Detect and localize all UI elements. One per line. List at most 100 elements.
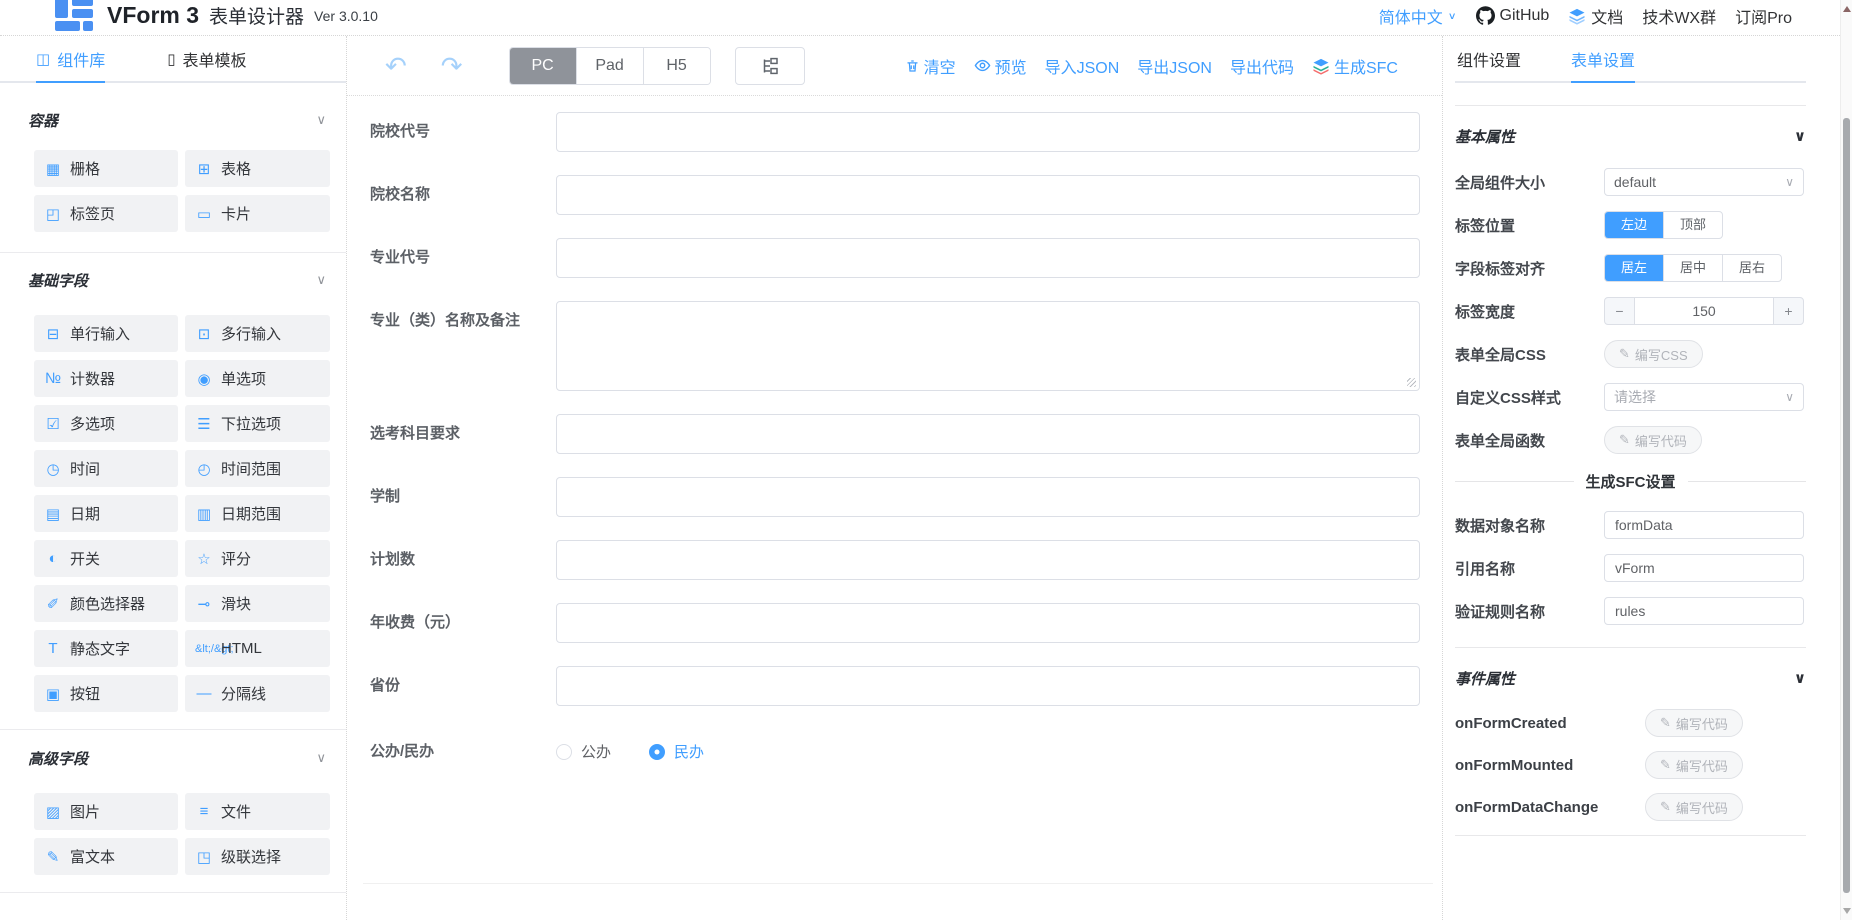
form-canvas[interactable]: 院校代号 院校名称 专业代号 专业（类）名称及备注 选考科目要求 — [347, 96, 1442, 920]
edit-onFormDataChange-button[interactable]: ✎ 编写代码 — [1645, 793, 1743, 821]
export-code-button[interactable]: 导出代码 — [1230, 54, 1294, 78]
single-input-icon: ⊟ — [44, 325, 62, 343]
widget-item-time[interactable]: ◷时间 — [34, 450, 178, 487]
global-size-select[interactable]: default ∨ — [1604, 168, 1804, 196]
device-h5-button[interactable]: H5 — [643, 48, 710, 84]
widget-item-static-text[interactable]: T静态文字 — [34, 630, 178, 667]
wechat-group-link[interactable]: 技术WX群 — [1642, 4, 1716, 28]
subscribe-pro-link[interactable]: 订阅Pro — [1735, 4, 1792, 28]
collapse-chevron-icon[interactable]: ∨ — [316, 272, 326, 288]
collapse-chevron-icon[interactable]: ∨ — [1794, 127, 1806, 145]
data-object-name-input[interactable] — [1604, 511, 1804, 539]
scrollbar-thumb[interactable] — [1843, 118, 1850, 893]
tab-widget-lib[interactable]: ◫ 组件库 — [36, 36, 105, 83]
college-name-input[interactable] — [556, 175, 1420, 215]
annual-fee-input[interactable] — [556, 603, 1420, 643]
public-private-radio-group: 公办 民办 — [556, 741, 704, 762]
section-container: 容器 ∨ ▦栅格 ⊞表格 ◰标签页 ▭卡片 — [0, 83, 346, 253]
edit-css-button[interactable]: ✎ 编写CSS — [1604, 340, 1703, 368]
widget-item-grid[interactable]: ▦栅格 — [34, 150, 178, 187]
counter-icon: № — [44, 370, 62, 387]
label-width-value[interactable]: 150 — [1634, 298, 1774, 324]
collapse-chevron-icon[interactable]: ∨ — [316, 750, 326, 766]
widget-item-rate[interactable]: ☆评分 — [185, 540, 330, 577]
widget-item-tab[interactable]: ◰标签页 — [34, 195, 178, 232]
field-province: 省份 — [370, 666, 1420, 706]
vform-logo-icon — [55, 0, 95, 31]
widget-item-button[interactable]: ▣按钮 — [34, 675, 178, 712]
radio-option-private[interactable]: 民办 — [649, 741, 704, 762]
redo-icon[interactable]: ↷ — [441, 53, 463, 79]
edit-code-button[interactable]: ✎ 编写代码 — [1604, 426, 1702, 454]
window-scrollbar[interactable] — [1840, 0, 1852, 920]
widget-item-checkbox[interactable]: ☑多选项 — [34, 405, 178, 442]
widget-item-radio[interactable]: ◉单选项 — [185, 360, 330, 397]
widget-item-textarea[interactable]: ⊡多行输入 — [185, 315, 330, 352]
radio-circle-checked-icon — [649, 744, 665, 760]
decrease-button[interactable]: − — [1605, 298, 1634, 324]
label-align-left[interactable]: 居左 — [1605, 255, 1663, 281]
widget-item-switch[interactable]: ◐开关 — [34, 540, 178, 577]
widget-item-color[interactable]: ✐颜色选择器 — [34, 585, 178, 622]
checkbox-icon: ☑ — [44, 415, 62, 433]
preview-button[interactable]: 预览 — [974, 54, 1027, 78]
custom-css-select[interactable]: 请选择 ∨ — [1604, 383, 1804, 411]
github-link[interactable]: GitHub — [1476, 6, 1550, 25]
row-global-functions: 表单全局函数 ✎ 编写代码 — [1455, 426, 1806, 454]
radio-option-public[interactable]: 公办 — [556, 741, 611, 762]
node-tree-button[interactable] — [735, 47, 805, 85]
section-basic-fields: 基础字段 ∨ ⊟单行输入 ⊡多行输入 №计数器 ◉单选项 ☑多选项 ☰下拉选项 … — [0, 253, 346, 730]
row-onFormCreated: onFormCreated ✎ 编写代码 — [1455, 709, 1806, 737]
scroll-down-icon[interactable] — [1843, 908, 1851, 914]
rules-name-input[interactable] — [1604, 597, 1804, 625]
plan-count-input[interactable] — [556, 540, 1420, 580]
label-align-center[interactable]: 居中 — [1663, 255, 1722, 281]
subject-requirements-input[interactable] — [556, 414, 1420, 454]
widget-item-table[interactable]: ⊞表格 — [185, 150, 330, 187]
language-selector[interactable]: 简体中文 ∨ — [1379, 4, 1457, 28]
docs-link[interactable]: 文档 — [1568, 4, 1623, 28]
widget-item-html[interactable]: &lt;/&gt;HTML — [185, 630, 330, 667]
clear-button[interactable]: 清空 — [905, 54, 956, 78]
generate-sfc-button[interactable]: 生成SFC — [1312, 54, 1398, 78]
collapse-chevron-icon[interactable]: ∨ — [1794, 669, 1806, 687]
label-align-right[interactable]: 居右 — [1722, 255, 1781, 281]
widget-item-date-range[interactable]: ▥日期范围 — [185, 495, 330, 532]
ref-name-input[interactable] — [1604, 554, 1804, 582]
widget-item-select[interactable]: ☰下拉选项 — [185, 405, 330, 442]
widget-item-time-range[interactable]: ◴时间范围 — [185, 450, 330, 487]
province-input[interactable] — [556, 666, 1420, 706]
widget-item-card[interactable]: ▭卡片 — [185, 195, 330, 232]
increase-button[interactable]: + — [1774, 298, 1803, 324]
export-json-button[interactable]: 导出JSON — [1137, 54, 1212, 78]
device-pc-button[interactable]: PC — [510, 48, 576, 84]
section-advanced-fields: 高级字段 ∨ ▨图片 ≡文件 ✎富文本 ◳级联选择 — [0, 730, 346, 893]
tab-form-template[interactable]: ▯ 表单模板 — [167, 36, 246, 81]
widget-item-slider[interactable]: ⊸滑块 — [185, 585, 330, 622]
widget-item-divider[interactable]: —分隔线 — [185, 675, 330, 712]
widget-item-cascader[interactable]: ◳级联选择 — [185, 838, 330, 875]
collapse-chevron-icon[interactable]: ∨ — [316, 112, 326, 128]
undo-icon[interactable]: ↶ — [385, 53, 407, 79]
edit-onFormCreated-button[interactable]: ✎ 编写代码 — [1645, 709, 1743, 737]
widget-item-number[interactable]: №计数器 — [34, 360, 178, 397]
edit-onFormMounted-button[interactable]: ✎ 编写代码 — [1645, 751, 1743, 779]
scroll-up-icon[interactable] — [1843, 6, 1851, 12]
major-name-notes-textarea[interactable] — [556, 301, 1420, 391]
tab-widget-settings[interactable]: 组件设置 — [1457, 36, 1521, 81]
import-json-button[interactable]: 导入JSON — [1045, 54, 1120, 78]
college-code-input[interactable] — [556, 112, 1420, 152]
widget-item-file-upload[interactable]: ≡文件 — [185, 793, 330, 830]
label-position-left[interactable]: 左边 — [1605, 212, 1663, 238]
tab-form-settings[interactable]: 表单设置 — [1571, 36, 1635, 83]
study-years-input[interactable] — [556, 477, 1420, 517]
widget-item-rich-editor[interactable]: ✎富文本 — [34, 838, 178, 875]
widget-item-input[interactable]: ⊟单行输入 — [34, 315, 178, 352]
edit-icon: ✎ — [1660, 757, 1671, 773]
device-pad-button[interactable]: Pad — [576, 48, 643, 84]
widget-item-date[interactable]: ▤日期 — [34, 495, 178, 532]
form-widget-container[interactable]: 院校代号 院校名称 专业代号 专业（类）名称及备注 选考科目要求 — [363, 104, 1433, 884]
major-code-input[interactable] — [556, 238, 1420, 278]
label-position-top[interactable]: 顶部 — [1663, 212, 1722, 238]
widget-item-picture-upload[interactable]: ▨图片 — [34, 793, 178, 830]
